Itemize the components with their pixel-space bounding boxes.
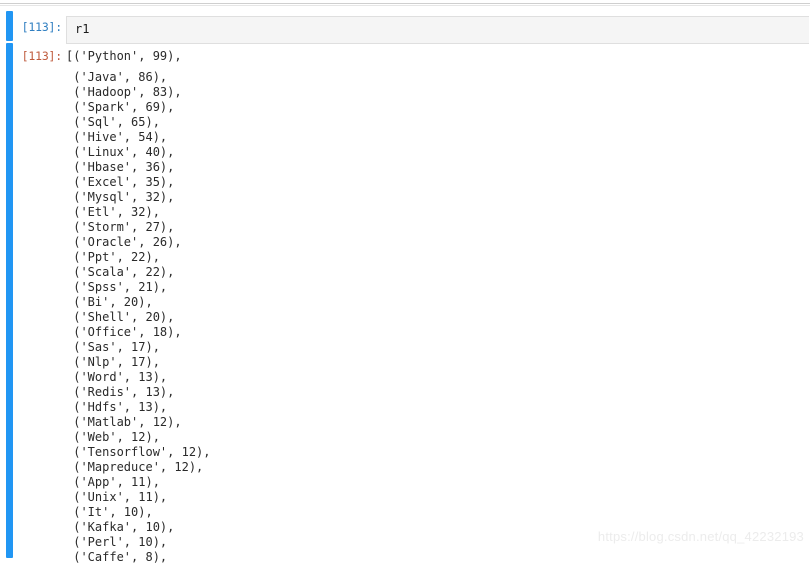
input-prompt-label: [113]:	[21, 20, 63, 34]
output-list-item: ('Redis', 13),	[66, 385, 175, 399]
code-editor-text[interactable]: r1	[75, 22, 89, 37]
code-cell-input[interactable]: [113]: r1	[0, 11, 810, 44]
output-list-item: ('Excel', 35),	[66, 175, 175, 189]
output-list-item: ('App', 11),	[66, 475, 160, 489]
output-list-item: ('Linux', 40),	[66, 145, 175, 159]
output-list-item: ('Word', 13),	[66, 370, 168, 384]
code-cell-output[interactable]: [113]: [('Python', 99), ('Java', 86), ('…	[0, 43, 810, 564]
output-list-item: ('Mapreduce', 12),	[66, 460, 204, 474]
output-list-item: ('Scala', 22),	[66, 265, 175, 279]
output-list-item: ('Unix', 11),	[66, 490, 168, 504]
output-list-item: ('Java', 86),	[66, 70, 168, 84]
output-list-item: ('Storm', 27),	[66, 220, 175, 234]
output-list-item: ('Tensorflow', 12),	[66, 445, 211, 459]
selected-cell-indicator-bar	[6, 43, 13, 558]
output-list-item: [('Python', 99),	[66, 49, 182, 63]
output-list-item: ('Etl', 32),	[66, 205, 160, 219]
output-list-item: ('Sql', 65),	[66, 115, 160, 129]
watermark-url: https://blog.csdn.net/qq_42232193	[597, 529, 804, 544]
code-input-area[interactable]: r1	[66, 16, 809, 44]
output-list-item: ('Hadoop', 83),	[66, 85, 182, 99]
output-list-item: ('Spss', 21),	[66, 280, 168, 294]
output-list-item: ('Web', 12),	[66, 430, 160, 444]
output-list-item: ('Oracle', 26),	[66, 235, 182, 249]
output-list-item: ('Shell', 20),	[66, 310, 175, 324]
output-list-item: ('Mysql', 32),	[66, 190, 175, 204]
output-list-item: ('Hdfs', 13),	[66, 400, 168, 414]
output-list-item: ('Ppt', 22),	[66, 250, 160, 264]
output-list-item: ('Matlab', 12),	[66, 415, 182, 429]
output-list-item: ('Bi', 20),	[66, 295, 153, 309]
output-list-item: ('Spark', 69),	[66, 100, 175, 114]
output-list-item: ('Sas', 17),	[66, 340, 160, 354]
output-list-item: ('Hive', 54),	[66, 130, 168, 144]
output-list-item: ('Hbase', 36),	[66, 160, 175, 174]
output-list-text: [('Python', 99), ('Java', 86), ('Hadoop'…	[66, 43, 806, 565]
notebook-scroll-container[interactable]: [113]: r1 [113]: [('Python', 99), ('Java…	[0, 6, 810, 564]
output-list-item: ('Office', 18),	[66, 325, 182, 339]
output-list-item: ('Nlp', 17),	[66, 355, 160, 369]
output-prompt-label: [113]:	[21, 49, 63, 63]
output-result-area: [('Python', 99), ('Java', 86), ('Hadoop'…	[66, 43, 806, 565]
output-list-item: ('It', 10),	[66, 505, 153, 519]
toolbar-separator-line	[0, 3, 810, 4]
